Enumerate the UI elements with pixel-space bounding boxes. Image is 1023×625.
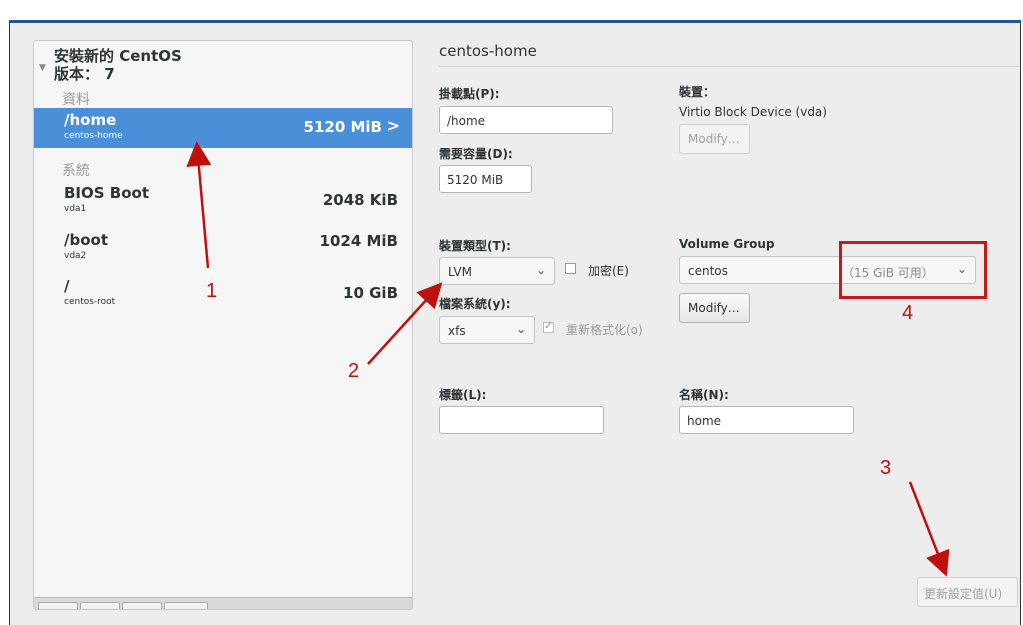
device-label: 裝置： [679,85,716,99]
volume-group-value: centos [688,264,728,278]
device-type-dropdown[interactable]: LVM ⌄ [439,257,555,285]
partition-name: BIOS Boot [64,184,150,202]
partition-sub: centos-home [64,131,123,141]
top-bar [9,20,1021,23]
filesystem-label: 檔案系統(y): [439,297,511,311]
partition-sub: centos-root [64,297,116,307]
partition-size: 10 GiB [343,284,398,302]
filesystem-value: xfs [448,324,466,338]
partition-size: 5120 MiB [303,118,382,136]
partition-size: 2048 KiB [322,191,398,209]
name-input[interactable]: home [679,406,854,434]
partition-row-home[interactable]: /home centos-home 5120 MiB > [34,108,412,148]
filesystem-dropdown[interactable]: xfs ⌄ [439,316,535,344]
partition-list-panel: ▼ 安裝新的 CentOS 版本： 7 資料 /home centos-home… [33,40,413,610]
chevron-down-icon: ⌄ [535,263,546,277]
device-type-value: LVM [448,265,472,279]
reformat-label: 重新格式化(o) [566,323,643,337]
add-partition-button[interactable] [38,602,78,609]
annotation-highlight-box [839,241,987,299]
partition-row-biosboot[interactable]: BIOS Boot vda1 2048 KiB [34,181,412,221]
partition-size: 1024 MiB [319,232,398,250]
device-value: Virtio Block Device (vda) [679,105,827,119]
name-label: 名稱(N): [679,388,729,402]
remove-partition-button[interactable] [80,602,120,609]
collapse-arrow-icon[interactable]: ▼ [39,59,46,77]
reset-button[interactable] [164,602,208,609]
detail-title: centos-home [439,42,537,60]
annotation-number-3: 3 [880,457,892,479]
tag-input[interactable] [439,406,604,434]
mount-point-label: 掛載點(P): [439,87,500,101]
encrypt-label: 加密(E) [588,264,629,278]
annotation-number-2: 2 [348,360,360,382]
partition-toolbar [34,597,412,609]
install-header[interactable]: ▼ 安裝新的 CentOS 版本： 7 [39,47,182,83]
configure-button[interactable] [122,602,162,609]
group-label-data: 資料 [62,92,90,108]
capacity-label: 需要容量(D): [439,147,513,161]
annotation-number-4: 4 [902,302,914,324]
install-version: 版本： 7 [54,65,115,83]
partition-row-root[interactable]: / centos-root 10 GiB [34,274,412,314]
group-label-system: 系統 [62,163,90,179]
encrypt-checkbox[interactable] [565,263,576,274]
partition-sub: vda2 [64,251,87,261]
device-modify-button[interactable]: Modify… [679,124,750,154]
volume-group-label: Volume Group [679,237,775,251]
partition-name: / [64,277,70,295]
annotation-number-1: 1 [206,280,218,302]
device-type-label: 裝置類型(T): [439,239,511,253]
partition-row-boot[interactable]: /boot vda2 1024 MiB [34,228,412,268]
update-settings-button[interactable]: 更新設定值(U) [917,577,1018,607]
mount-point-input[interactable]: /home [439,106,613,134]
chevron-down-icon: ⌄ [515,322,526,336]
partition-name: /home [64,111,117,129]
title-divider [439,66,1019,67]
partition-name: /boot [64,231,108,249]
chevron-right-icon: > [386,116,400,135]
install-title: 安裝新的 CentOS [54,47,182,65]
volume-group-modify-button[interactable]: Modify… [679,293,750,323]
partition-sub: vda1 [64,204,87,214]
capacity-input[interactable]: 5120 MiB [439,165,532,193]
tag-label: 標籤(L): [439,388,487,402]
reformat-checkbox[interactable] [543,319,554,333]
